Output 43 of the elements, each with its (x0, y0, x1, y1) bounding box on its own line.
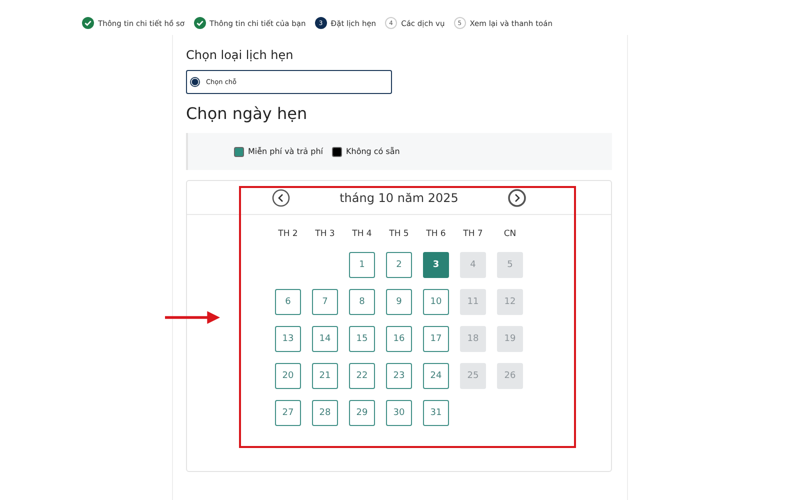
legend-label: Miễn phí và trả phí (248, 147, 323, 156)
previous-month-icon[interactable] (272, 188, 290, 206)
calendar-day[interactable]: 27 (275, 400, 301, 426)
calendar-day[interactable]: 15 (349, 326, 375, 352)
legend-swatch-icon (234, 146, 244, 156)
section-heading: Chọn ngày hẹn (186, 104, 308, 123)
calendar-day[interactable]: 2 (386, 252, 412, 278)
next-month-icon[interactable] (508, 188, 526, 206)
radio-button[interactable] (190, 77, 200, 87)
calendar-day[interactable]: 30 (386, 400, 412, 426)
calendar-day[interactable]: 24 (423, 363, 449, 389)
calendar-day[interactable]: 28 (312, 400, 338, 426)
weekday-label: TH 3 (314, 228, 336, 241)
weekday-label: TH 6 (425, 228, 447, 241)
weekday-label: CN (502, 228, 518, 241)
calendar-day[interactable]: 29 (349, 400, 375, 426)
legend-swatch-icon (332, 146, 342, 156)
calendar-day[interactable]: 10 (423, 289, 449, 315)
section-heading: Chọn loại lịch hẹn (186, 48, 294, 62)
calendar-day[interactable]: 8 (349, 289, 375, 315)
calendar-day[interactable]: 13 (275, 326, 301, 352)
check-circle-icon (194, 17, 206, 29)
calendar-day[interactable]: 1 (349, 252, 375, 278)
calendar-day[interactable]: 16 (386, 326, 412, 352)
weekday-label: TH 5 (388, 228, 410, 241)
calendar-day[interactable]: 9 (386, 289, 412, 315)
calendar-day[interactable]: 3 (423, 252, 449, 278)
arrow-icon (165, 311, 220, 324)
calendar-day[interactable]: 23 (386, 363, 412, 389)
calendar-day[interactable]: 17 (423, 326, 449, 352)
check-circle-icon (82, 17, 94, 29)
calendar-day[interactable]: 31 (423, 400, 449, 426)
calendar-day[interactable]: 22 (349, 363, 375, 389)
calendar-day[interactable]: 20 (275, 363, 301, 389)
month-title: tháng 10 năm 2025 (340, 190, 458, 204)
legend-label: Không có sẵn (346, 147, 400, 156)
calendar-day[interactable]: 6 (275, 289, 301, 315)
calendar-day[interactable]: 14 (312, 326, 338, 352)
calendar-day[interactable]: 21 (312, 363, 338, 389)
weekday-label: TH 2 (277, 228, 299, 241)
weekday-label: TH 4 (351, 228, 373, 241)
calendar-day[interactable]: 7 (312, 289, 338, 315)
weekday-label: TH 7 (462, 228, 484, 241)
